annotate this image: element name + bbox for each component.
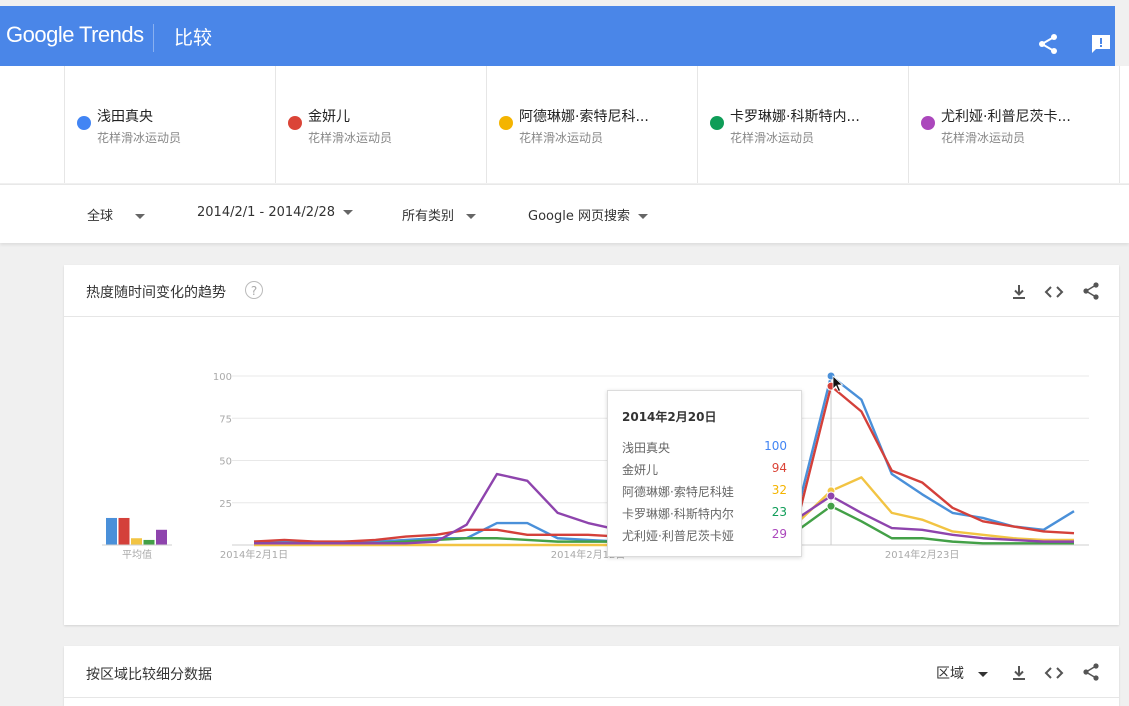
hover-point-3 xyxy=(826,501,836,511)
mouse-cursor-icon xyxy=(832,375,844,393)
tooltip-label: 浅田真央 xyxy=(622,441,671,455)
y-tick-label: 50 xyxy=(219,457,232,468)
filter-bar: 全球 2014/2/1 - 2014/2/28 所有类别 Google 网页搜索 xyxy=(0,184,1129,243)
tooltip-value: 23 xyxy=(771,505,787,519)
term-name: 阿德琳娜·索特尼科... xyxy=(519,109,649,125)
term-card-1[interactable]: 金妍儿 花样滑冰运动员 xyxy=(275,66,486,183)
category-label: 所有类别 xyxy=(402,209,455,224)
interest-over-time-card: 热度随时间变化的趋势 ? 100 75 50 25 2014年2月1日 2014年2月12… xyxy=(64,265,1119,625)
term-card-2[interactable]: 阿德琳娜·索特尼科... 花样滑冰运动员 xyxy=(486,66,697,183)
date-range-filter[interactable]: 2014/2/1 - 2014/2/28 xyxy=(197,205,353,220)
term-color-dot xyxy=(921,116,935,130)
search-type-label: Google 网页搜索 xyxy=(528,209,630,224)
region-granularity-select[interactable]: 区域 xyxy=(936,663,988,683)
tooltip-row: 金妍儿 94 xyxy=(622,461,787,479)
term-category: 花样滑冰运动员 xyxy=(941,131,1026,145)
x-tick-label: 2014年2月1日 xyxy=(220,548,288,561)
average-bar-1 xyxy=(118,517,130,545)
date-range-label: 2014/2/1 - 2014/2/28 xyxy=(197,205,335,220)
average-bar-2 xyxy=(131,538,142,545)
brand-google: Google xyxy=(6,22,74,47)
tooltip-label: 金妍儿 xyxy=(622,463,659,477)
tooltip-label: 阿德琳娜·索特尼科娃 xyxy=(622,485,734,499)
category-filter[interactable]: 所有类别 xyxy=(402,205,477,224)
term-name: 浅田真央 xyxy=(97,109,153,125)
term-category: 花样滑冰运动员 xyxy=(519,131,604,145)
x-tick-label: 2014年2月23日 xyxy=(885,548,960,561)
term-color-dot xyxy=(288,116,302,130)
average-label: 平均值 xyxy=(122,548,152,561)
term-name: 卡罗琳娜·科斯特内... xyxy=(730,109,860,125)
region-filter[interactable]: 全球 xyxy=(87,205,146,224)
tooltip-row: 尤利娅·利普尼茨卡娅 29 xyxy=(622,527,787,545)
tooltip-value: 32 xyxy=(771,483,787,497)
term-color-dot xyxy=(77,116,91,130)
card-title: 按区域比较细分数据 xyxy=(86,667,212,683)
y-tick-label: 25 xyxy=(219,499,232,510)
tooltip-row: 浅田真央 100 xyxy=(622,439,787,457)
region-breakdown-card: 按区域比较细分数据 区域 xyxy=(64,646,1119,706)
embed-code-icon[interactable] xyxy=(1044,663,1064,683)
comparison-terms: 浅田真央 花样滑冰运动员 金妍儿 花样滑冰运动员 阿德琳娜·索特尼科... 花样… xyxy=(0,66,1129,183)
header-divider xyxy=(153,24,154,52)
tooltip-label: 卡罗琳娜·科斯特内尔 xyxy=(622,507,734,521)
google-trends-logo[interactable]: Google Trends xyxy=(6,22,144,48)
page-title: 比较 xyxy=(174,27,213,49)
term-name: 尤利娅·利普尼茨卡... xyxy=(941,109,1071,125)
chart-tooltip: 2014年2月20日 浅田真央 100 金妍儿 94 阿德琳娜·索特尼科娃 32… xyxy=(607,390,802,557)
chevron-down-icon xyxy=(466,214,477,219)
tooltip-value: 94 xyxy=(771,461,787,475)
share-icon[interactable] xyxy=(1081,662,1101,682)
term-card-3[interactable]: 卡罗琳娜·科斯特内... 花样滑冰运动员 xyxy=(697,66,908,183)
interest-chart[interactable]: 1007550252014年2月1日 2014年2月12日 2014年2月23日平均… xyxy=(64,265,1119,625)
card-divider xyxy=(64,697,1119,698)
tooltip-row: 阿德琳娜·索特尼科娃 32 xyxy=(622,483,787,501)
brand-trends: Trends xyxy=(78,22,144,47)
term-card-0[interactable]: 浅田真央 花样滑冰运动员 xyxy=(64,66,275,183)
download-icon[interactable] xyxy=(1009,663,1029,683)
average-bar-0 xyxy=(106,517,117,545)
share-icon[interactable] xyxy=(1036,32,1060,56)
chevron-down-icon xyxy=(637,214,648,219)
app-header: Google Trends 比较 xyxy=(0,6,1115,66)
term-category: 花样滑冰运动员 xyxy=(308,131,393,145)
tooltip-value: 100 xyxy=(764,439,787,453)
chevron-down-icon xyxy=(343,210,353,215)
term-category: 花样滑冰运动员 xyxy=(730,131,815,145)
chevron-down-icon xyxy=(978,671,988,677)
hover-point-4 xyxy=(826,491,836,501)
region-filter-label: 全球 xyxy=(87,209,114,224)
term-card-4[interactable]: 尤利娅·利普尼茨卡... 花样滑冰运动员 xyxy=(908,66,1120,183)
term-color-dot xyxy=(499,116,513,130)
y-tick-label: 100 xyxy=(213,372,232,383)
feedback-icon[interactable] xyxy=(1089,32,1113,56)
y-tick-label: 75 xyxy=(219,414,232,425)
term-name: 金妍儿 xyxy=(308,109,350,125)
average-bar-3 xyxy=(143,539,155,545)
chevron-down-icon xyxy=(135,214,146,219)
region-select-label: 区域 xyxy=(936,666,964,682)
tooltip-value: 29 xyxy=(771,527,787,541)
tooltip-label: 尤利娅·利普尼茨卡娅 xyxy=(622,529,734,543)
average-bar-4 xyxy=(156,529,167,545)
tooltip-date: 2014年2月20日 xyxy=(622,410,717,424)
term-color-dot xyxy=(710,116,724,130)
search-type-filter[interactable]: Google 网页搜索 xyxy=(528,205,648,224)
term-category: 花样滑冰运动员 xyxy=(97,131,182,145)
tooltip-row: 卡罗琳娜·科斯特内尔 23 xyxy=(622,505,787,523)
